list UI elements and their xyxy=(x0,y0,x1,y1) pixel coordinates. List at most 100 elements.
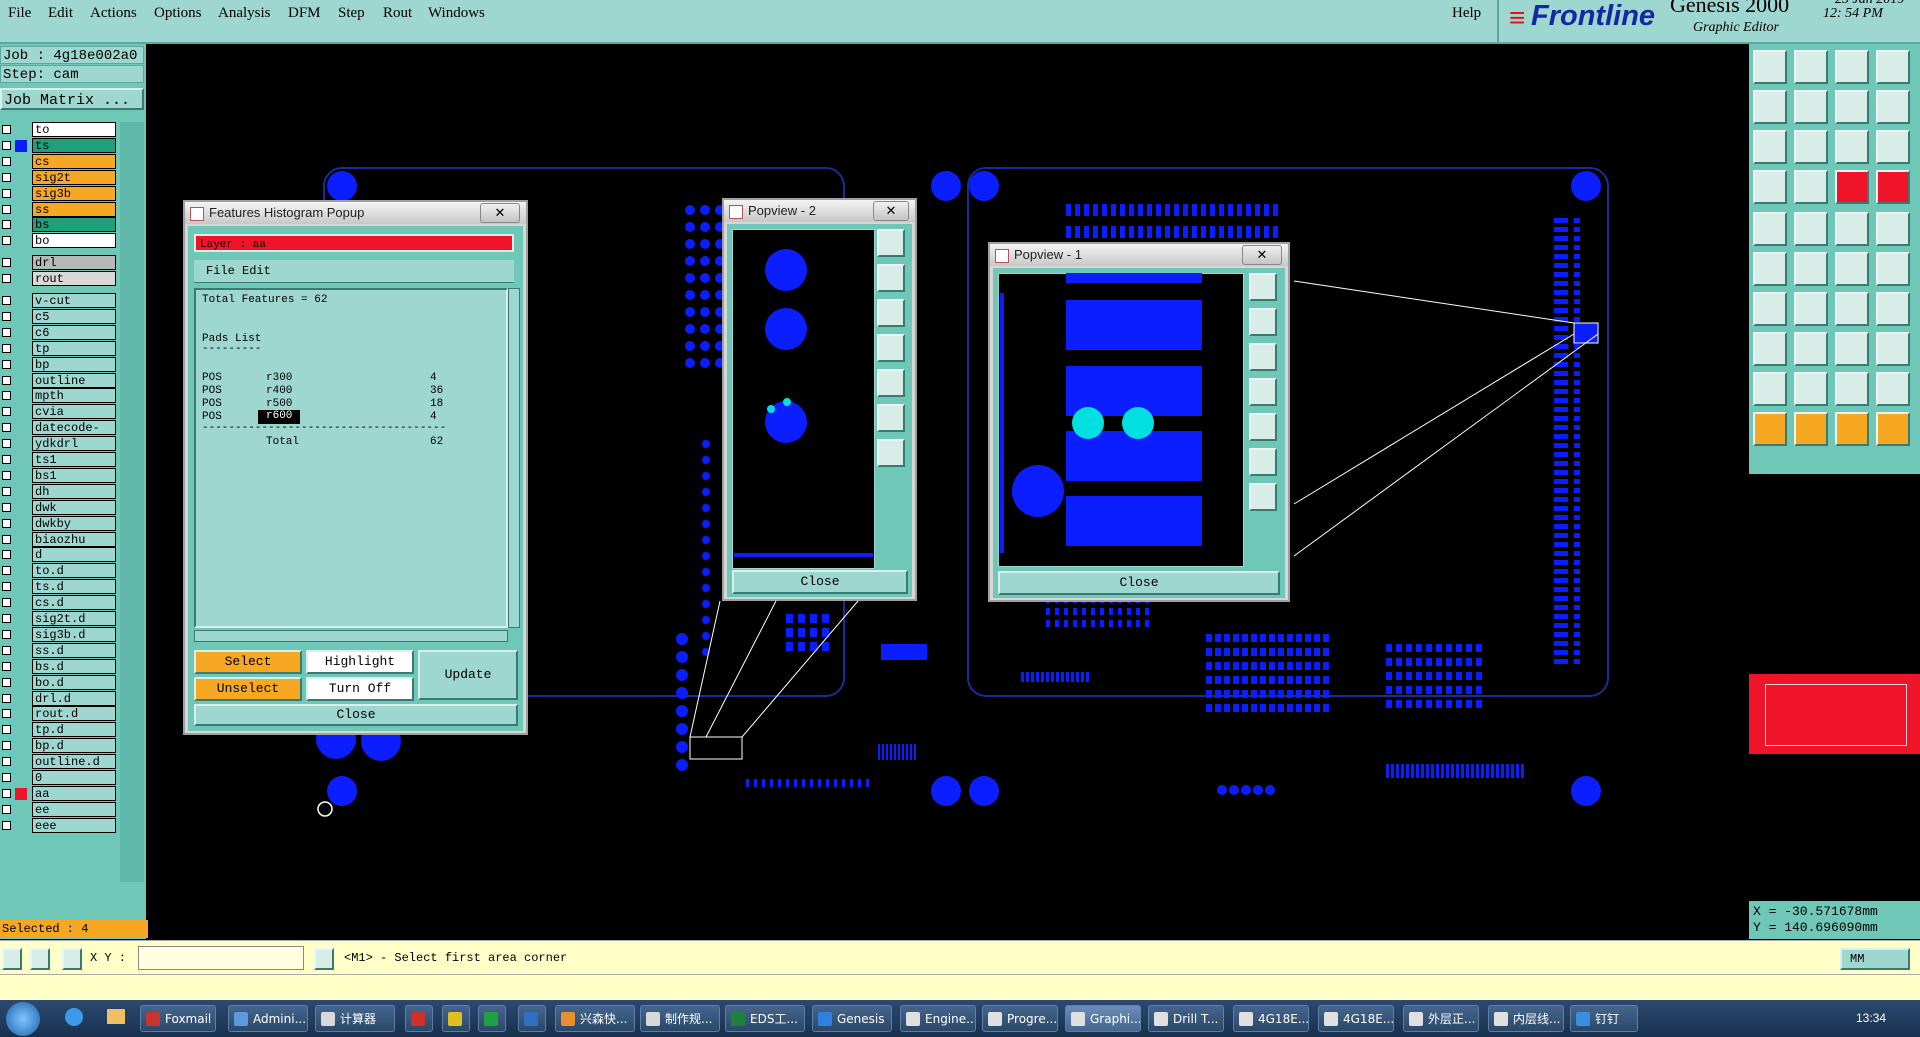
layer-checkbox[interactable] xyxy=(2,140,11,150)
layer-checkbox[interactable] xyxy=(2,188,11,198)
layer-checkbox[interactable] xyxy=(2,693,11,703)
layer-row[interactable]: sig2t.d xyxy=(0,611,118,626)
taskbar-item[interactable]: 4G18E... xyxy=(1233,1005,1309,1032)
layer-checkbox[interactable] xyxy=(2,274,11,284)
import-icon[interactable] xyxy=(1753,90,1787,124)
layer-checkbox[interactable] xyxy=(2,407,11,417)
grid-icon[interactable] xyxy=(62,948,82,970)
layer-checkbox[interactable] xyxy=(2,311,11,321)
pointer-icon[interactable] xyxy=(1753,412,1787,446)
layer-row[interactable]: c5 xyxy=(0,308,118,324)
layer-row[interactable]: eee xyxy=(0,817,118,833)
layer-checkbox[interactable] xyxy=(2,820,11,830)
update-button[interactable]: Update xyxy=(418,650,518,700)
mountain2-icon[interactable] xyxy=(1876,372,1910,406)
grid-icon[interactable] xyxy=(1794,170,1828,204)
layer-row[interactable]: bs1 xyxy=(0,467,118,483)
pan-left-icon[interactable] xyxy=(1249,378,1277,406)
zoom-out-icon[interactable] xyxy=(1249,483,1277,511)
layer-checkbox[interactable] xyxy=(2,757,11,767)
layer-row[interactable]: c6 xyxy=(0,324,118,340)
layer-row[interactable]: drl xyxy=(0,255,118,271)
help-icon[interactable] xyxy=(1876,130,1910,164)
layer-row[interactable]: aa xyxy=(0,785,118,801)
popview-1-canvas[interactable] xyxy=(998,273,1244,567)
layer-row[interactable]: 0 xyxy=(0,770,118,785)
hand-icon[interactable] xyxy=(1753,170,1787,204)
layer-checkbox[interactable] xyxy=(2,296,11,305)
menu-file[interactable]: File xyxy=(8,5,31,22)
layer-checkbox[interactable] xyxy=(2,677,11,687)
layer-checkbox[interactable] xyxy=(2,204,11,214)
job-matrix-button[interactable]: Job Matrix ... xyxy=(0,88,144,110)
folder-icon[interactable] xyxy=(107,1009,125,1024)
circle-icon[interactable] xyxy=(1876,212,1910,246)
home-icon[interactable] xyxy=(1835,50,1869,84)
taskbar-item[interactable]: EDS工... xyxy=(725,1005,805,1032)
layer-row[interactable]: outline xyxy=(0,372,118,388)
histogram-titlebar[interactable]: Features Histogram Popup xyxy=(185,202,526,224)
layer-checkbox[interactable] xyxy=(2,661,11,671)
layer-checkbox[interactable] xyxy=(2,327,11,337)
zoom-out-icon[interactable] xyxy=(877,439,905,467)
pan-up-icon[interactable] xyxy=(877,264,905,292)
layer-checkbox[interactable] xyxy=(2,439,11,449)
layer-checkbox[interactable] xyxy=(2,470,11,480)
histogram-close-button[interactable]: Close xyxy=(194,704,518,726)
menu-help[interactable]: Help xyxy=(1452,5,1481,22)
taskbar-item[interactable]: 4G18E... xyxy=(1318,1005,1394,1032)
layer-row[interactable]: biaozhu xyxy=(0,531,118,547)
popview-2-close-icon[interactable]: ✕ xyxy=(873,201,909,221)
layer-row[interactable]: cs.d xyxy=(0,595,118,611)
layer-row[interactable]: ss.d xyxy=(0,642,118,658)
pan-right-icon[interactable] xyxy=(1249,413,1277,441)
layer-row[interactable]: dwkby xyxy=(0,515,118,531)
layer-checkbox[interactable] xyxy=(2,220,11,230)
zoom-home-icon[interactable] xyxy=(877,229,905,257)
taskbar-item[interactable]: Progre... xyxy=(982,1005,1058,1032)
layer-checkbox[interactable] xyxy=(2,629,11,639)
layer-row[interactable]: bp.d xyxy=(0,738,118,754)
pan-right-icon[interactable] xyxy=(877,369,905,397)
snap-icon[interactable] xyxy=(1876,90,1910,124)
taskbar-item[interactable] xyxy=(518,1005,546,1032)
popview-1-close-icon[interactable]: ✕ xyxy=(1242,245,1282,265)
layer-row[interactable]: datecode-pth xyxy=(0,420,118,450)
pad-edit-icon[interactable] xyxy=(1753,332,1787,366)
layer-checkbox[interactable] xyxy=(2,343,11,353)
layer-checkbox[interactable] xyxy=(2,359,11,369)
layer-checkbox[interactable] xyxy=(2,375,11,385)
open-icon[interactable] xyxy=(1753,50,1787,84)
pan-down-icon[interactable] xyxy=(1249,343,1277,371)
save-icon[interactable] xyxy=(1794,50,1828,84)
layer-row[interactable]: bo xyxy=(0,233,118,249)
layer-checkbox[interactable] xyxy=(2,518,11,528)
layer-checkbox[interactable] xyxy=(2,423,11,433)
histogram-menu-edit[interactable]: Edit xyxy=(242,264,271,278)
pointer-circle-icon[interactable] xyxy=(1835,412,1869,446)
cross-icon[interactable] xyxy=(1794,252,1828,286)
layer-row[interactable]: drl.d xyxy=(0,690,118,706)
spacing-icon[interactable] xyxy=(1876,252,1910,286)
taskbar-item[interactable]: 计算器 xyxy=(315,1005,395,1032)
layer-row[interactable]: tp.d xyxy=(0,722,118,738)
layer-row[interactable]: bo.d xyxy=(0,674,118,690)
dash-icon[interactable] xyxy=(1835,212,1869,246)
start-button[interactable] xyxy=(6,1002,40,1036)
layer-checkbox[interactable] xyxy=(2,391,11,401)
zoom-icon[interactable] xyxy=(1794,130,1828,164)
pan-left-icon[interactable] xyxy=(877,334,905,362)
taskbar-item[interactable]: 内层线... xyxy=(1488,1005,1564,1032)
popview-1-close-button[interactable]: Close xyxy=(998,571,1280,595)
report-vertical-scrollbar[interactable] xyxy=(508,288,520,628)
undo-icon[interactable] xyxy=(1835,292,1869,326)
export-icon[interactable] xyxy=(1794,90,1828,124)
menu-analysis[interactable]: Analysis xyxy=(218,5,271,22)
layer-row[interactable]: sig3b xyxy=(0,185,118,201)
layer-checkbox[interactable] xyxy=(2,236,11,246)
layer-checkbox[interactable] xyxy=(2,804,11,814)
layer-checkbox[interactable] xyxy=(2,258,11,268)
layer-checkbox[interactable] xyxy=(2,725,11,735)
zoom-in-icon[interactable] xyxy=(877,404,905,432)
menu-windows[interactable]: Windows xyxy=(428,5,485,22)
